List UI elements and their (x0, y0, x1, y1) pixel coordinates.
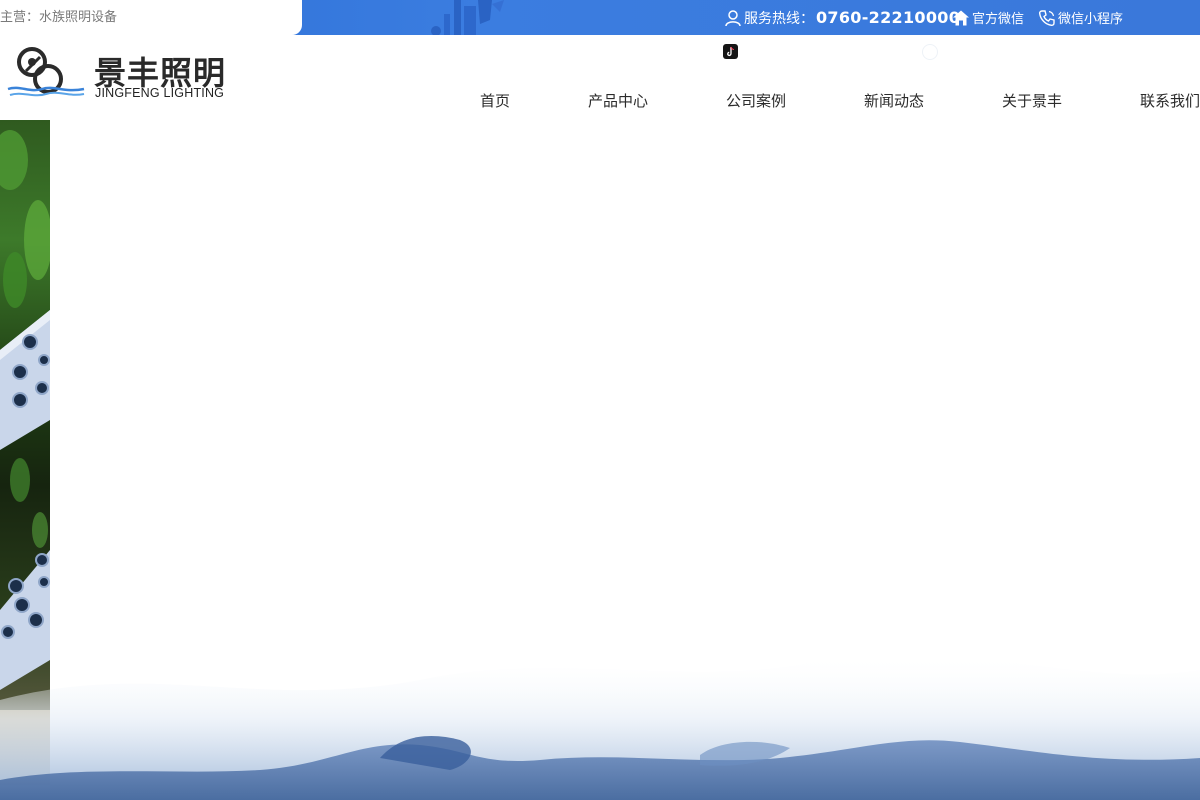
page: 主营：水族照明设备 服务热线： 0760-22210000 官方微信 微信小程序… (0, 0, 1200, 800)
nav-item-home[interactable]: 首页 (480, 90, 510, 111)
user-icon (725, 9, 741, 26)
nav-item-contact[interactable]: 联系我们 (1140, 90, 1200, 111)
nav-item-cases[interactable]: 公司案例 (726, 90, 786, 111)
wechat-link[interactable]: 官方微信 (952, 0, 1024, 35)
main-business-text: 主营：水族照明设备 (0, 0, 302, 35)
mini-program-label: 微信小程序 (1058, 12, 1124, 27)
home-icon (953, 10, 969, 25)
tiktok-glyph (727, 46, 735, 57)
tiktok-icon[interactable] (723, 44, 738, 59)
phone-icon (1038, 9, 1055, 26)
water-splash-decoration (0, 653, 1200, 800)
main-nav: 首页 产品中心 公司案例 新闻动态 关于景丰 联系我们 (0, 90, 1200, 112)
wechat-label: 官方微信 (972, 12, 1025, 27)
hotline[interactable]: 服务热线： 0760-22210000 (724, 0, 960, 35)
hotline-label: 服务热线： (744, 10, 814, 27)
nav-item-products[interactable]: 产品中心 (588, 90, 648, 111)
nav-item-about[interactable]: 关于景丰 (1002, 90, 1062, 111)
hotline-number[interactable]: 0760-22210000 (816, 8, 960, 27)
mini-program-link[interactable]: 微信小程序 (1038, 0, 1123, 35)
nav-item-news[interactable]: 新闻动态 (864, 90, 924, 111)
clock-icon (922, 44, 938, 60)
topbar-decoration (431, 0, 504, 35)
